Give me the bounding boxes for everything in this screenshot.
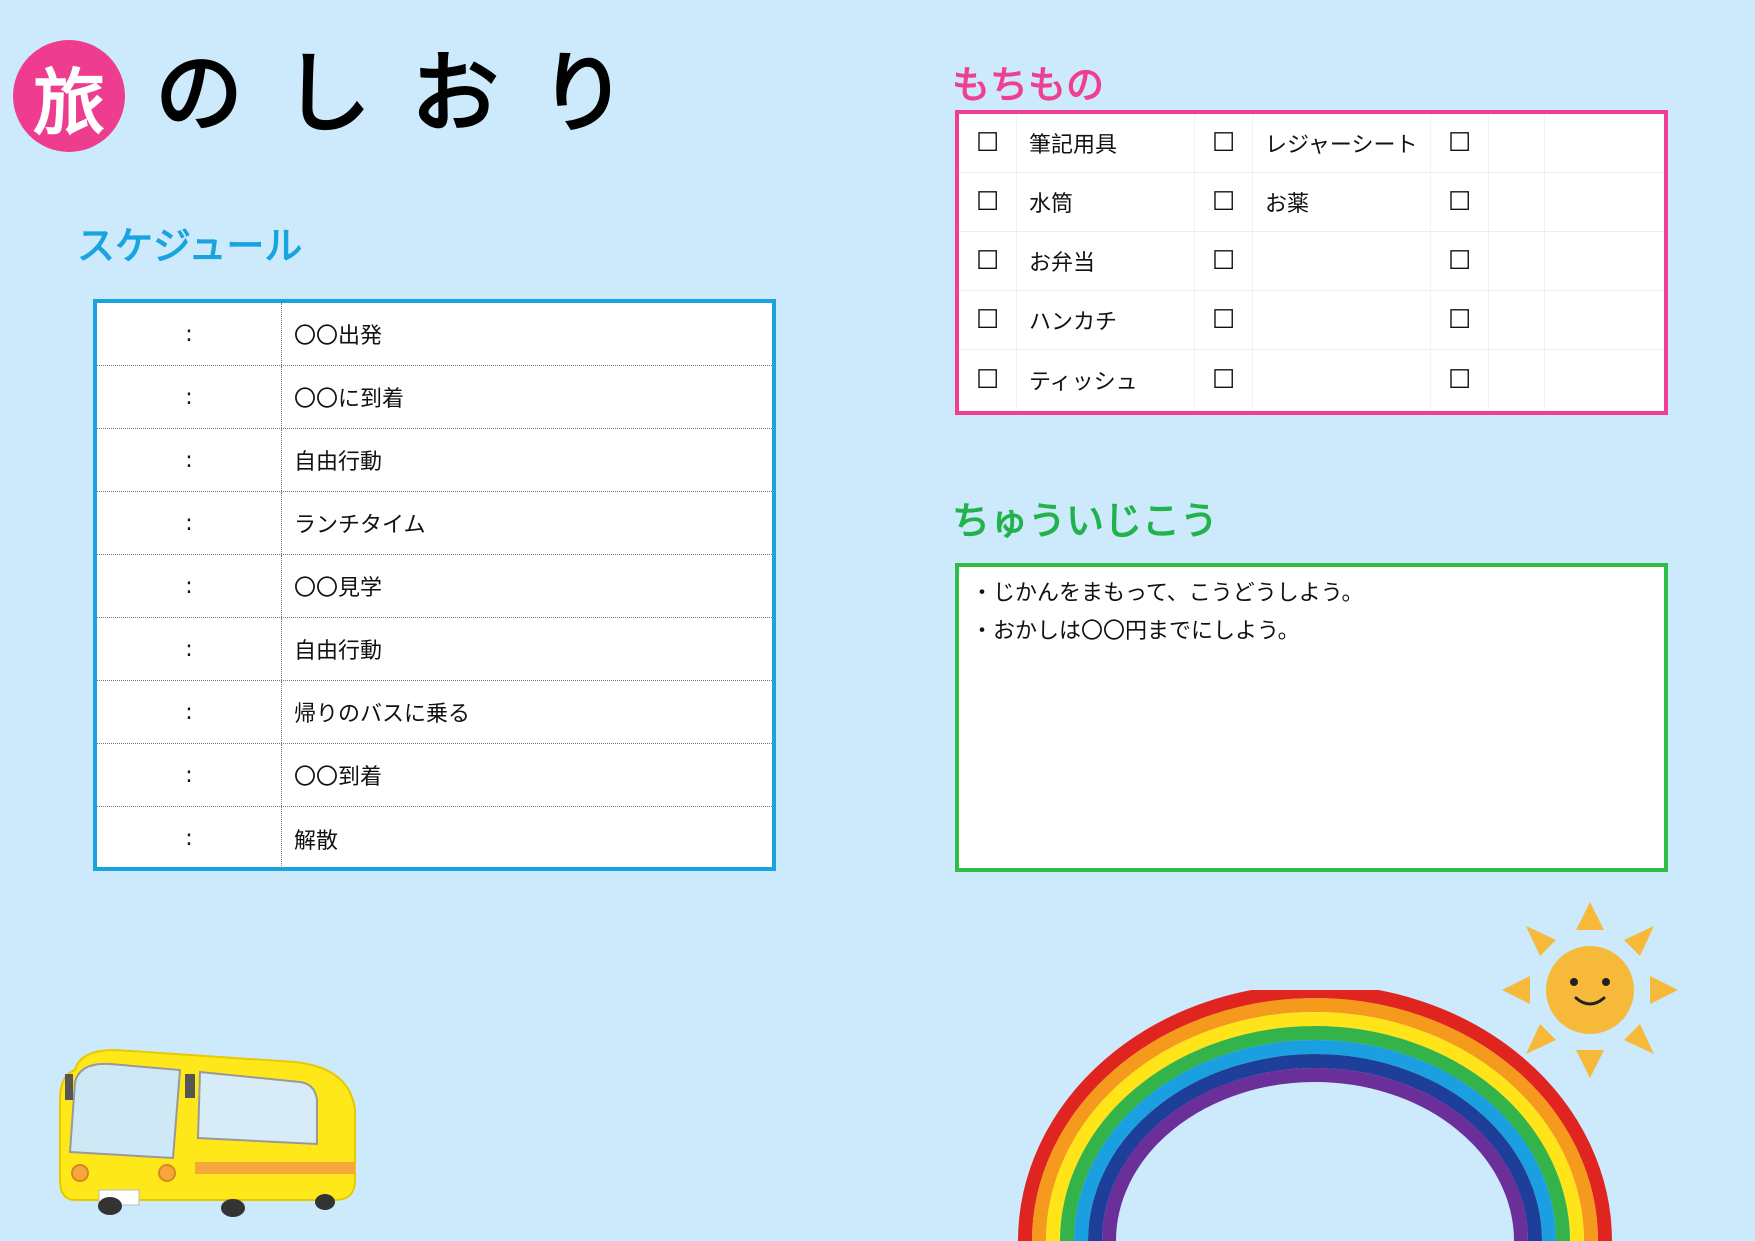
checkbox[interactable]: ☐ <box>1195 232 1253 290</box>
belongings-row: ☐ ハンカチ ☐ ☐ <box>959 291 1664 350</box>
checkbox[interactable]: ☐ <box>959 114 1017 172</box>
checkbox[interactable]: ☐ <box>1195 291 1253 349</box>
checkbox[interactable]: ☐ <box>1431 173 1489 231</box>
schedule-activity[interactable]: 〇〇見学 <box>282 555 772 617</box>
schedule-activity[interactable]: ランチタイム <box>282 492 772 554</box>
schedule-time[interactable]: : <box>97 555 282 617</box>
belonging-item[interactable] <box>1489 114 1545 172</box>
checkbox[interactable]: ☐ <box>1431 114 1489 172</box>
belonging-item[interactable] <box>1489 173 1545 231</box>
checkbox[interactable]: ☐ <box>959 350 1017 409</box>
schedule-row: : 〇〇到着 <box>97 744 772 807</box>
schedule-time[interactable]: : <box>97 429 282 491</box>
belonging-item[interactable]: 水筒 <box>1017 173 1195 231</box>
schedule-activity[interactable]: 〇〇出発 <box>282 303 772 365</box>
schedule-activity[interactable]: 解散 <box>282 807 772 870</box>
checkbox[interactable]: ☐ <box>1431 232 1489 290</box>
schedule-time[interactable]: : <box>97 807 282 870</box>
belonging-item[interactable]: レジャーシート <box>1253 114 1431 172</box>
schedule-heading: スケジュール <box>77 224 303 268</box>
schedule-activity[interactable]: 〇〇到着 <box>282 744 772 806</box>
belonging-item[interactable] <box>1489 350 1545 409</box>
belonging-item[interactable]: お弁当 <box>1017 232 1195 290</box>
belonging-item[interactable]: お薬 <box>1253 173 1431 231</box>
schedule-activity[interactable]: 自由行動 <box>282 429 772 491</box>
belongings-row: ☐ 水筒 ☐ お薬 ☐ <box>959 173 1664 232</box>
schedule-time[interactable]: : <box>97 618 282 680</box>
checkbox[interactable]: ☐ <box>1195 114 1253 172</box>
belonging-item[interactable] <box>1253 232 1431 290</box>
belonging-item[interactable] <box>1489 232 1545 290</box>
belonging-item[interactable]: ハンカチ <box>1017 291 1195 349</box>
schedule-row: : 自由行動 <box>97 618 772 681</box>
notes-box[interactable]: ・じかんをまもって、こうどうしよう。 ・おかしは〇〇円までにしよう。 <box>955 563 1668 872</box>
schedule-time[interactable]: : <box>97 303 282 365</box>
schedule-row: : 〇〇出発 <box>97 303 772 366</box>
notes-heading: ちゅういじこう <box>952 499 1219 543</box>
schedule-activity[interactable]: 〇〇に到着 <box>282 366 772 428</box>
schedule-time[interactable]: : <box>97 744 282 806</box>
belongings-row: ☐ お弁当 ☐ ☐ <box>959 232 1664 291</box>
belonging-item[interactable] <box>1489 291 1545 349</box>
bus-icon <box>59 1048 356 1217</box>
schedule-activity[interactable]: 自由行動 <box>282 618 772 680</box>
schedule-time[interactable]: : <box>97 366 282 428</box>
checkbox[interactable]: ☐ <box>1431 350 1489 409</box>
schedule-row: : 〇〇に到着 <box>97 366 772 429</box>
belongings-row: ☐ 筆記用具 ☐ レジャーシート ☐ <box>959 114 1664 173</box>
schedule-row: : 〇〇見学 <box>97 555 772 618</box>
belongings-table: ☐ 筆記用具 ☐ レジャーシート ☐ ☐ 水筒 ☐ お薬 ☐ ☐ お弁当 ☐ ☐… <box>955 110 1668 415</box>
belongings-heading: もちもの <box>952 63 1105 107</box>
schedule-table: : 〇〇出発 : 〇〇に到着 : 自由行動 : ランチタイム : 〇〇見学 : 自由行動 :… <box>93 299 776 871</box>
sun-icon <box>1502 902 1678 1078</box>
checkbox[interactable]: ☐ <box>1195 173 1253 231</box>
schedule-row: : ランチタイム <box>97 492 772 555</box>
checkbox[interactable]: ☐ <box>1431 291 1489 349</box>
belonging-item[interactable]: 筆記用具 <box>1017 114 1195 172</box>
belonging-item[interactable] <box>1253 291 1431 349</box>
belonging-item[interactable]: ティッシュ <box>1017 350 1195 409</box>
schedule-row: : 解散 <box>97 807 772 870</box>
checkbox[interactable]: ☐ <box>959 232 1017 290</box>
checkbox[interactable]: ☐ <box>959 291 1017 349</box>
checkbox[interactable]: ☐ <box>959 173 1017 231</box>
schedule-time[interactable]: : <box>97 492 282 554</box>
page-title: のしおり <box>155 42 668 145</box>
note-line: ・おかしは〇〇円までにしよう。 <box>971 619 1300 644</box>
belonging-item[interactable] <box>1253 350 1431 409</box>
note-line: ・じかんをまもって、こうどうしよう。 <box>971 581 1364 606</box>
schedule-activity[interactable]: 帰りのバスに乗る <box>282 681 772 743</box>
schedule-row: : 帰りのバスに乗る <box>97 681 772 744</box>
checkbox[interactable]: ☐ <box>1195 350 1253 409</box>
schedule-time[interactable]: : <box>97 681 282 743</box>
title-badge: 旅 <box>13 40 125 152</box>
schedule-row: : 自由行動 <box>97 429 772 492</box>
belongings-row: ☐ ティッシュ ☐ ☐ <box>959 350 1664 409</box>
